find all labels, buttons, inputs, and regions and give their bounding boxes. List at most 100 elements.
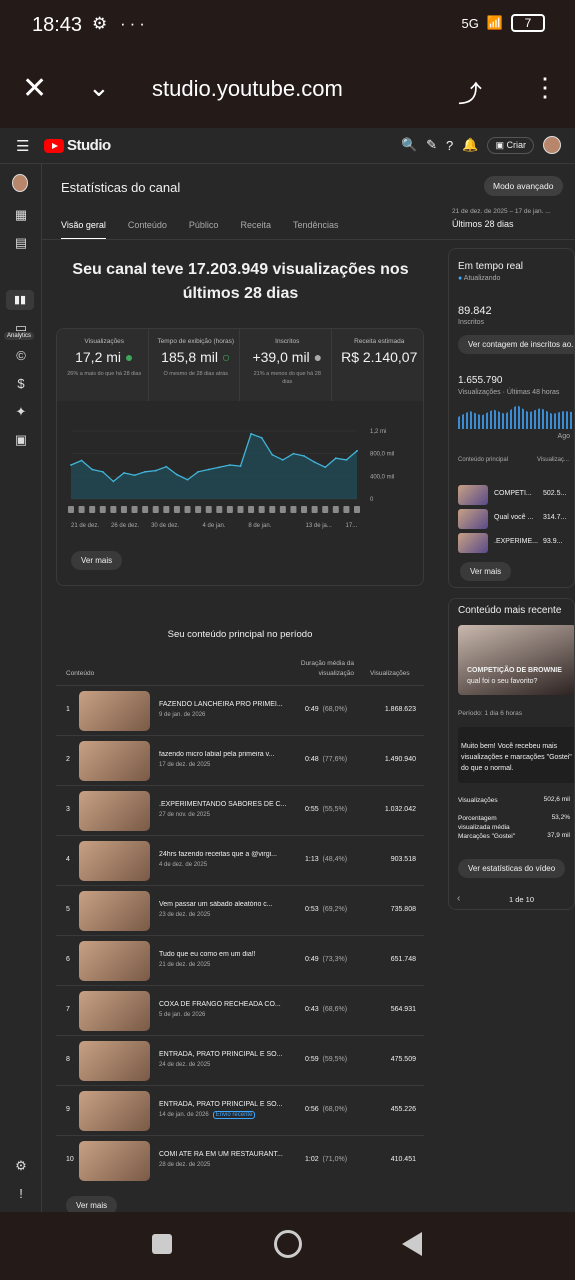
video-marker-icon[interactable]	[269, 506, 276, 513]
video-marker-icon[interactable]	[343, 506, 350, 513]
video-title[interactable]: FAZENDO LANCHEIRA PRO PRIMEI...	[159, 701, 289, 708]
data-point[interactable]	[207, 468, 210, 471]
video-thumbnail[interactable]	[79, 1091, 150, 1131]
video-marker-icon[interactable]	[110, 506, 117, 513]
search-icon[interactable]: 🔍	[401, 137, 417, 153]
video-title[interactable]: Tudo que eu como em um dia!!	[159, 951, 289, 958]
video-marker-icon[interactable]	[301, 506, 308, 513]
video-thumbnail[interactable]	[79, 741, 150, 781]
data-point[interactable]	[218, 466, 221, 469]
data-point[interactable]	[197, 470, 200, 473]
video-marker-icon[interactable]	[216, 506, 223, 513]
data-point[interactable]	[345, 459, 348, 461]
video-marker-icon[interactable]	[195, 506, 202, 513]
data-point[interactable]	[154, 469, 157, 472]
data-point[interactable]	[80, 459, 83, 462]
menu-icon[interactable]: ☰	[16, 137, 29, 155]
help-icon[interactable]: ?	[446, 138, 453, 153]
feedback-send-icon[interactable]: !	[13, 1186, 29, 1201]
video-title[interactable]: COXA DE FRANGO RECHEADA CO...	[159, 1001, 289, 1008]
data-point[interactable]	[176, 473, 178, 476]
video-marker-icon[interactable]	[205, 506, 212, 513]
video-stats-button[interactable]: Ver estatísticas do vídeo	[458, 859, 566, 878]
data-point[interactable]	[186, 478, 189, 481]
video-marker-icon[interactable]	[258, 506, 265, 513]
customization-icon[interactable]: ✦	[13, 404, 29, 420]
table-row[interactable]: 9 ENTRADA, PRATO PRINCIPAL E SO... 14 de…	[56, 1085, 424, 1135]
prev-icon[interactable]: ‹	[457, 893, 460, 904]
data-point[interactable]	[91, 468, 94, 471]
table-row[interactable]: 3 .EXPERIMENTANDO SABORES DE C... 27 de …	[56, 785, 424, 835]
realtime-more-button[interactable]: Ver mais	[460, 562, 512, 581]
video-title[interactable]: 24hrs fazendo receitas que a @virgi...	[159, 851, 289, 858]
video-marker-icon[interactable]	[248, 506, 255, 513]
more-menu-icon[interactable]: ⋮	[532, 72, 558, 103]
video-marker-icon[interactable]	[163, 506, 170, 513]
video-marker-icon[interactable]	[226, 506, 233, 513]
table-row[interactable]: 6 Tudo que eu como em um dia!! 21 de dez…	[56, 935, 424, 985]
video-title[interactable]: fazendo micro labial pela primeira v...	[159, 751, 289, 758]
video-marker-icon[interactable]	[279, 506, 286, 513]
data-point[interactable]	[239, 465, 242, 468]
data-point[interactable]	[313, 461, 316, 464]
bell-icon[interactable]: 🔔	[462, 137, 478, 153]
realtime-item[interactable]: COMPETI... 502.5...	[458, 485, 574, 505]
date-range[interactable]: 21 de dez. de 2025 – 17 de jan. ...	[452, 208, 551, 215]
video-marker-icon[interactable]	[322, 506, 329, 513]
chevron-down-icon[interactable]: ⌄	[88, 72, 110, 103]
realtime-item[interactable]: .EXPERIME... 93.9...	[458, 533, 574, 553]
video-marker-icon[interactable]	[152, 506, 159, 513]
video-marker-icon[interactable]	[142, 506, 149, 513]
table-row[interactable]: 5 Vem passar um sábado aleatório c... 23…	[56, 885, 424, 935]
content-icon[interactable]: ▤	[13, 235, 29, 251]
subtitles-icon[interactable]: ▭	[13, 320, 29, 336]
video-marker-icon[interactable]	[237, 506, 244, 513]
data-point[interactable]	[334, 457, 337, 460]
metric-revenue[interactable]: Receita estimada R$ 2.140,07	[331, 329, 423, 401]
data-point[interactable]	[250, 432, 252, 435]
video-title[interactable]: ENTRADA, PRATO PRINCIPAL E SO...	[159, 1101, 289, 1108]
table-row[interactable]: 10 COMI ATÉ RÃ EM UM RESTAURANT... 28 de…	[56, 1135, 424, 1185]
share-icon[interactable]: ⤴	[458, 74, 482, 109]
avatar[interactable]	[543, 136, 561, 154]
data-point[interactable]	[292, 452, 295, 455]
video-thumbnail[interactable]	[79, 991, 150, 1031]
video-title[interactable]: COMI ATÉ RÃ EM UM RESTAURANT...	[159, 1151, 289, 1158]
video-marker-icon[interactable]	[354, 506, 360, 513]
home-icon[interactable]	[274, 1230, 302, 1258]
settings-icon[interactable]: ⚙	[13, 1158, 29, 1174]
realtime-item[interactable]: Qual você ... 314.7...	[458, 509, 574, 529]
channel-avatar[interactable]	[12, 174, 28, 192]
chart-more-button[interactable]: Ver mais	[71, 551, 123, 570]
data-point[interactable]	[165, 465, 168, 468]
data-point[interactable]	[228, 464, 231, 466]
video-thumbnail[interactable]	[79, 691, 150, 731]
audio-library-icon[interactable]: ▣	[13, 432, 29, 448]
tab-overview[interactable]: Visão geral	[61, 220, 106, 240]
data-point[interactable]	[260, 436, 263, 439]
table-row[interactable]: 7 COXA DE FRANGO RECHEADA CO... 5 de jan…	[56, 985, 424, 1035]
video-title[interactable]: .EXPERIMENTANDO SABORES DE C...	[159, 801, 289, 808]
dashboard-icon[interactable]: ▦	[13, 207, 29, 223]
video-marker-icon[interactable]	[173, 506, 180, 513]
video-marker-icon[interactable]	[311, 506, 318, 513]
data-point[interactable]	[123, 472, 125, 474]
data-point[interactable]	[303, 455, 305, 457]
video-marker-icon[interactable]	[68, 506, 74, 513]
data-point[interactable]	[70, 464, 72, 466]
data-point[interactable]	[112, 480, 115, 483]
create-button[interactable]: ▣ Criar	[487, 136, 534, 154]
advanced-mode-button[interactable]: Modo avançado	[484, 176, 563, 196]
tab-trends[interactable]: Tendências	[293, 220, 339, 240]
subs-count-button[interactable]: Ver contagem de inscritos ao...	[458, 335, 574, 354]
video-thumbnail[interactable]	[79, 1141, 150, 1181]
table-row[interactable]: 8 ENTRADA, PRATO PRINCIPAL E SO... 24 de…	[56, 1035, 424, 1085]
video-thumbnail[interactable]	[79, 941, 150, 981]
data-point[interactable]	[144, 470, 147, 473]
data-point[interactable]	[356, 449, 358, 452]
video-marker-icon[interactable]	[120, 506, 127, 513]
analytics-icon[interactable]: ▮▮	[6, 290, 34, 310]
video-thumbnail[interactable]	[79, 891, 150, 931]
video-marker-icon[interactable]	[89, 506, 96, 513]
data-point[interactable]	[133, 474, 136, 477]
